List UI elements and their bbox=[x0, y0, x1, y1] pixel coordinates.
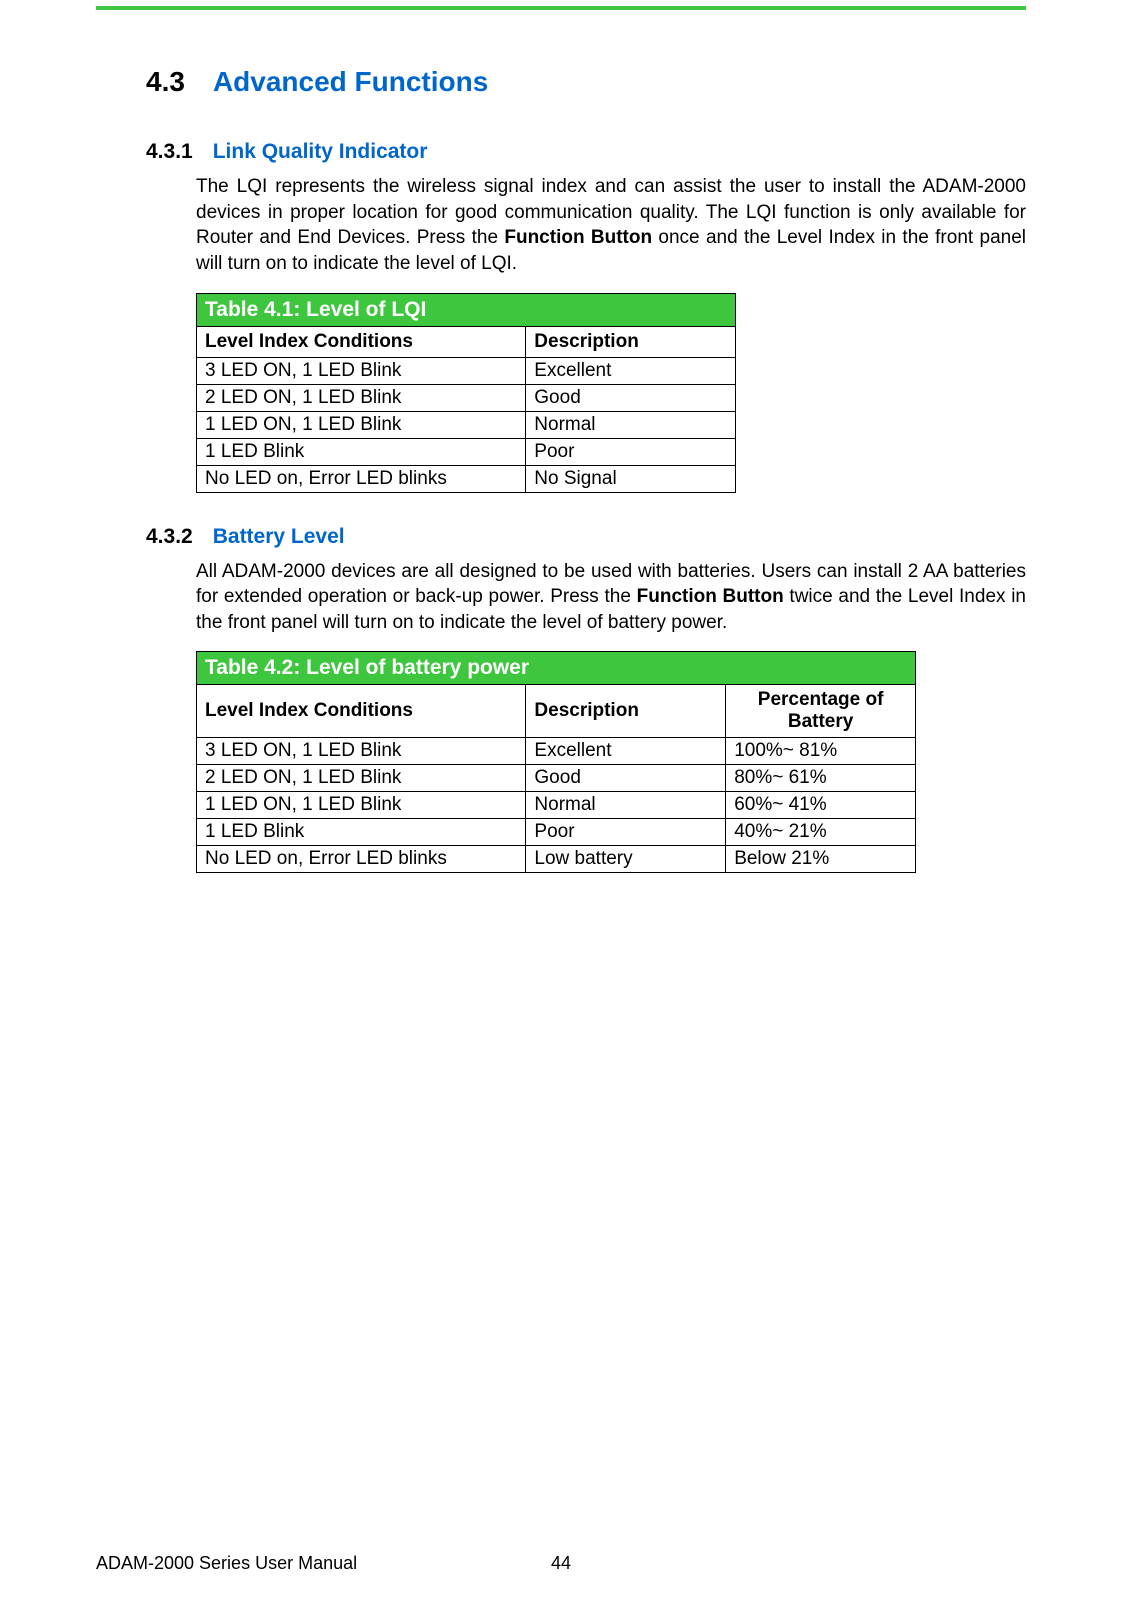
table-row: 3 LED ON, 1 LED Blink Excellent bbox=[197, 357, 736, 384]
table-cell: 60%~ 41% bbox=[726, 792, 916, 819]
footer-page-number: 44 bbox=[551, 1553, 571, 1574]
para2-bold: Function Button bbox=[637, 586, 784, 607]
table-battery: Table 4.2: Level of battery power Level … bbox=[196, 651, 916, 873]
footer-manual-title: ADAM-2000 Series User Manual bbox=[96, 1553, 357, 1574]
table-cell: Good bbox=[526, 765, 726, 792]
table-row: 1 LED ON, 1 LED Blink Normal bbox=[197, 411, 736, 438]
table-row: Table 4.2: Level of battery power bbox=[197, 652, 916, 685]
table-row: No LED on, Error LED blinks No Signal bbox=[197, 465, 736, 492]
subsection-number-2: 4.3.2 bbox=[146, 525, 193, 549]
table-cell: Poor bbox=[526, 819, 726, 846]
table-row: Level Index Conditions Description Perce… bbox=[197, 685, 916, 738]
section-header: 4.3 Advanced Functions bbox=[146, 66, 1026, 98]
table-cell: No LED on, Error LED blinks bbox=[197, 846, 526, 873]
table-cell: Excellent bbox=[526, 357, 736, 384]
table-title: Table 4.2: Level of battery power bbox=[197, 652, 916, 685]
page-footer: ADAM-2000 Series User Manual 44 bbox=[96, 1553, 1026, 1574]
table-cell: 2 LED ON, 1 LED Blink bbox=[197, 384, 526, 411]
table-row: Level Index Conditions Description bbox=[197, 326, 736, 357]
table-row: 2 LED ON, 1 LED Blink Good bbox=[197, 384, 736, 411]
table-cell: Poor bbox=[526, 438, 736, 465]
table-header-cell: Level Index Conditions bbox=[197, 326, 526, 357]
table-cell: Good bbox=[526, 384, 736, 411]
table-header-cell: Level Index Conditions bbox=[197, 685, 526, 738]
subsection-header-1: 4.3.1 Link Quality Indicator bbox=[146, 140, 1026, 164]
table-row: 3 LED ON, 1 LED Blink Excellent 100%~ 81… bbox=[197, 738, 916, 765]
table-cell: 1 LED Blink bbox=[197, 819, 526, 846]
page-content: 4.3 Advanced Functions 4.3.1 Link Qualit… bbox=[0, 10, 1122, 873]
subsection-title-2: Battery Level bbox=[213, 525, 345, 549]
table-cell: No Signal bbox=[526, 465, 736, 492]
subsection-header-2: 4.3.2 Battery Level bbox=[146, 525, 1026, 549]
table-cell: 3 LED ON, 1 LED Blink bbox=[197, 357, 526, 384]
subsection-1-paragraph: The LQI represents the wireless signal i… bbox=[196, 174, 1026, 277]
table-title: Table 4.1: Level of LQI bbox=[197, 293, 736, 326]
section-title: Advanced Functions bbox=[213, 66, 488, 98]
table-lqi: Table 4.1: Level of LQI Level Index Cond… bbox=[196, 293, 736, 493]
table-cell: Low battery bbox=[526, 846, 726, 873]
table-cell: No LED on, Error LED blinks bbox=[197, 465, 526, 492]
table-cell: 3 LED ON, 1 LED Blink bbox=[197, 738, 526, 765]
table-cell: Normal bbox=[526, 411, 736, 438]
table-row: 1 LED Blink Poor bbox=[197, 438, 736, 465]
table-header-cell: Description bbox=[526, 685, 726, 738]
para1-bold: Function Button bbox=[504, 227, 652, 248]
table-row: 2 LED ON, 1 LED Blink Good 80%~ 61% bbox=[197, 765, 916, 792]
table-cell: 2 LED ON, 1 LED Blink bbox=[197, 765, 526, 792]
table-cell: Excellent bbox=[526, 738, 726, 765]
table-row: 1 LED ON, 1 LED Blink Normal 60%~ 41% bbox=[197, 792, 916, 819]
table-cell: 100%~ 81% bbox=[726, 738, 916, 765]
section-number: 4.3 bbox=[146, 66, 185, 98]
subsection-number-1: 4.3.1 bbox=[146, 140, 193, 164]
table-cell: Normal bbox=[526, 792, 726, 819]
subsection-title-1: Link Quality Indicator bbox=[213, 140, 428, 164]
table-header-cell: Percentage of Battery bbox=[726, 685, 916, 738]
table-cell: 40%~ 21% bbox=[726, 819, 916, 846]
subsection-2-paragraph: All ADAM-2000 devices are all designed t… bbox=[196, 559, 1026, 636]
table-cell: 1 LED ON, 1 LED Blink bbox=[197, 411, 526, 438]
table-cell: 1 LED Blink bbox=[197, 438, 526, 465]
table-cell: 80%~ 61% bbox=[726, 765, 916, 792]
table-cell: 1 LED ON, 1 LED Blink bbox=[197, 792, 526, 819]
table-cell: Below 21% bbox=[726, 846, 916, 873]
table-row: No LED on, Error LED blinks Low battery … bbox=[197, 846, 916, 873]
table-header-cell: Description bbox=[526, 326, 736, 357]
table-row: Table 4.1: Level of LQI bbox=[197, 293, 736, 326]
table-row: 1 LED Blink Poor 40%~ 21% bbox=[197, 819, 916, 846]
